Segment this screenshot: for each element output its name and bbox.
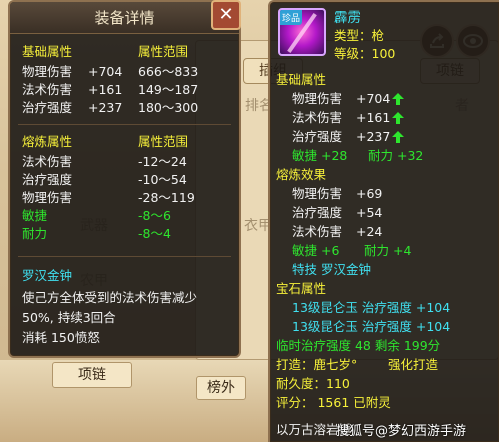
refine-row-value: +24 — [356, 224, 383, 239]
gem-row: 13级昆仑玉 治疗强度 +104 — [292, 300, 451, 315]
refine-agility: 敏捷 +6 — [292, 243, 340, 258]
base-row-name: 物理伤害 — [22, 64, 73, 79]
base-row-name: 治疗强度 — [292, 129, 343, 144]
rank-outside-tag: 榜外 — [196, 376, 246, 400]
maker: 打造：鹿七岁° — [276, 357, 358, 372]
special-skill: 特技 罗汉金钟 — [292, 262, 371, 277]
divider — [18, 124, 231, 125]
watermark: 搜狐号@梦幻西游手游 — [336, 424, 467, 439]
up-arrow-icon — [392, 112, 404, 124]
refine-effect-title: 熔炼效果 — [276, 167, 327, 182]
base-row-value: +161 — [88, 82, 123, 97]
item-icon: 珍品 — [278, 8, 326, 56]
temp-bonus: 临时治疗强度 48 剩余 199分 — [276, 338, 441, 353]
refine-row-range: -8～6 — [138, 208, 171, 223]
base-row-value: +704 — [88, 64, 123, 79]
up-arrow-icon — [392, 131, 404, 143]
score: 评分： 1561 已附灵 — [276, 395, 391, 410]
item-name: 霹雳 — [334, 10, 361, 26]
special-effect-cost: 消耗 150愤怒 — [22, 330, 100, 345]
refine-row-name: 治疗强度 — [292, 205, 343, 220]
base-row-value: +237 — [88, 100, 123, 115]
refine-row-name: 法术伤害 — [22, 154, 73, 169]
refine-range-header: 属性范围 — [138, 134, 189, 149]
refine-row-value: +54 — [356, 205, 383, 220]
base-attr-header: 基础属性 — [22, 44, 73, 59]
equipment-detail-title: 装备详情 — [10, 2, 239, 34]
refine-stamina: 耐力 +4 — [364, 243, 412, 258]
special-effect-name: 罗汉金钟 — [22, 268, 73, 283]
refine-row-name: 物理伤害 — [292, 186, 343, 201]
gem-row: 13级昆仑玉 治疗强度 +104 — [292, 319, 451, 334]
close-icon: ✕ — [218, 4, 234, 25]
up-arrow-icon — [392, 93, 404, 105]
refine-attr-header: 熔炼属性 — [22, 134, 73, 149]
special-effect-desc: 使己方全体受到的法术伤害减少 — [22, 290, 198, 305]
base-attr-title: 基础属性 — [276, 72, 327, 87]
item-level: 等级：100 — [334, 46, 396, 61]
item-type: 类型：枪 — [334, 28, 385, 43]
base-row-value: +237 — [356, 129, 391, 144]
base-agility: 敏捷 +28 — [292, 148, 348, 163]
refine-row-name: 物理伤害 — [22, 190, 73, 205]
base-row-name: 法术伤害 — [292, 110, 343, 125]
base-row-value: +161 — [356, 110, 391, 125]
refine-row-name: 敏捷 — [22, 208, 48, 223]
necklace-tag[interactable]: 项链 — [52, 362, 132, 388]
base-row-range: 180～300 — [138, 100, 199, 115]
close-button[interactable]: ✕ — [211, 0, 241, 30]
refine-row-range: -28～119 — [138, 190, 195, 205]
special-effect-desc: 50%, 持续3回合 — [22, 310, 116, 325]
refine-row-range: -8～4 — [138, 226, 171, 241]
refine-row-name: 法术伤害 — [292, 224, 343, 239]
divider — [18, 256, 231, 257]
gem-attr-title: 宝石属性 — [276, 281, 327, 296]
base-stamina: 耐力 +32 — [368, 148, 424, 163]
base-row-name: 法术伤害 — [22, 82, 73, 97]
refine-row-value: +69 — [356, 186, 383, 201]
base-row-range: 666～833 — [138, 64, 199, 79]
rarity-badge: 珍品 — [280, 10, 303, 25]
durability: 耐久度：110 — [276, 376, 350, 391]
refine-row-range: -10～54 — [138, 172, 187, 187]
item-tooltip: 珍品 霹雳 类型：枪 等级：100 基础属性 物理伤害 +704 法术伤害 +1… — [268, 0, 499, 442]
refine-row-range: -12～24 — [138, 154, 187, 169]
base-row-name: 治疗强度 — [22, 100, 73, 115]
refine-row-name: 治疗强度 — [22, 172, 73, 187]
base-row-range: 149～187 — [138, 82, 199, 97]
base-row-value: +704 — [356, 91, 391, 106]
equipment-detail-panel: 装备详情 ✕ 基础属性 属性范围 物理伤害 +704 666～833 法术伤害 … — [8, 0, 241, 358]
base-range-header: 属性范围 — [138, 44, 189, 59]
base-row-name: 物理伤害 — [292, 91, 343, 106]
refine-row-name: 耐力 — [22, 226, 48, 241]
enhance-forge: 强化打造 — [388, 357, 439, 372]
